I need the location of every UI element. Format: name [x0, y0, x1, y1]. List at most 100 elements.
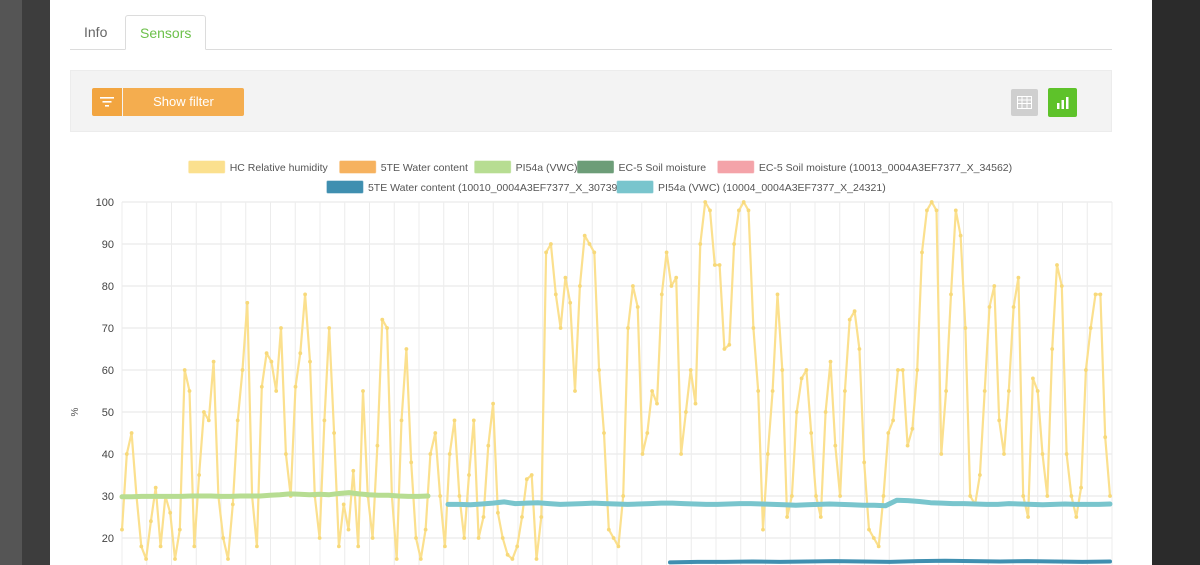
legend-swatch [326, 180, 364, 194]
data-point [794, 410, 799, 414]
tab-sensors[interactable]: Sensors [125, 15, 207, 50]
data-point [505, 552, 510, 557]
data-point [332, 431, 336, 435]
data-point [1079, 485, 1083, 490]
table-view-button[interactable] [1011, 89, 1038, 116]
data-point [385, 326, 389, 330]
data-point [563, 275, 568, 280]
data-point [380, 317, 385, 322]
data-point [751, 326, 756, 330]
data-point [717, 263, 722, 267]
data-point [978, 473, 982, 477]
data-point [698, 242, 703, 246]
data-point [486, 443, 491, 448]
data-point [197, 473, 202, 477]
series-line [668, 558, 1112, 565]
data-point [1108, 494, 1112, 498]
table-icon [1017, 96, 1032, 109]
data-point [1084, 368, 1088, 372]
data-point [896, 368, 900, 372]
data-point [833, 443, 838, 448]
data-point [182, 368, 187, 372]
data-point [187, 389, 192, 393]
data-point [1064, 452, 1069, 456]
data-point [1026, 515, 1030, 519]
data-point [308, 359, 312, 364]
data-point [168, 510, 173, 515]
sensor-chart: HC Relative humidity 5TE Water content PI5… [70, 160, 1113, 565]
legend-item[interactable]: 5TE Water content [339, 160, 468, 174]
data-point [491, 401, 495, 406]
data-point [799, 376, 804, 381]
data-point [934, 208, 939, 213]
data-point [939, 452, 944, 456]
data-point [578, 284, 582, 288]
data-point [404, 347, 409, 351]
legend-label: 5TE Water content (10010_0004A3EF7377_X_… [368, 182, 621, 194]
data-point [664, 250, 669, 255]
y-tick-label: 100 [96, 197, 114, 209]
y-tick-label: 50 [102, 407, 114, 419]
data-point [529, 473, 534, 477]
series-line [445, 497, 1113, 509]
data-point [982, 389, 987, 393]
tab-info[interactable]: Info [70, 15, 121, 49]
data-point [129, 431, 134, 435]
sensor-panel: Info Sensors Show filter HC Relative hum… [50, 0, 1152, 565]
data-point [708, 208, 712, 213]
data-point [293, 384, 298, 389]
data-point [481, 515, 486, 519]
data-point [621, 494, 626, 498]
data-point [929, 200, 934, 204]
data-point [202, 410, 206, 414]
filter-icon-button[interactable] [92, 88, 122, 116]
data-point [992, 284, 997, 288]
data-point [741, 200, 746, 204]
data-point [611, 536, 616, 540]
data-point [496, 510, 500, 515]
data-point [269, 359, 274, 364]
data-point [423, 527, 428, 532]
chart-view-button[interactable] [1048, 88, 1077, 117]
legend-item[interactable]: EC-5 Soil moisture [577, 160, 707, 174]
data-point [987, 305, 992, 309]
data-point [847, 317, 852, 322]
show-filter-button[interactable]: Show filter [123, 88, 244, 116]
data-point [346, 527, 351, 532]
data-point [722, 347, 727, 351]
data-point [317, 536, 322, 540]
legend-label: PI54a (VWC) (10004_0004A3EF7377_X_24321) [658, 182, 886, 194]
data-point [1088, 326, 1093, 330]
data-point [582, 233, 587, 238]
data-point [375, 443, 380, 448]
data-point [284, 452, 288, 456]
data-point [245, 300, 250, 305]
data-point [544, 250, 548, 255]
series-line [119, 490, 431, 500]
data-point [635, 305, 640, 309]
data-point [659, 292, 664, 297]
data-point [775, 292, 780, 297]
data-point [823, 410, 828, 414]
data-point [804, 368, 809, 372]
data-point [1055, 263, 1059, 267]
data-point [520, 515, 524, 519]
data-point [124, 452, 129, 456]
data-point [616, 544, 621, 549]
data-point [1006, 389, 1011, 393]
data-point [510, 557, 515, 561]
legend-item[interactable]: 5TE Water content (10010_0004A3EF7377_X_… [326, 180, 621, 194]
legend-item[interactable]: HC Relative humidity [188, 160, 329, 174]
data-point [910, 426, 915, 431]
data-point [553, 292, 558, 297]
data-point [626, 326, 630, 330]
data-point [341, 502, 346, 507]
legend-item[interactable]: PI54a (VWC) (10004_0004A3EF7377_X_24321) [616, 180, 886, 194]
data-point [515, 544, 520, 549]
legend-item[interactable]: EC-5 Soil moisture (10013_0004A3EF7377_X… [717, 160, 1012, 174]
data-point [298, 351, 303, 356]
window-frame-right [1152, 0, 1200, 565]
legend-label: EC-5 Soil moisture [619, 162, 707, 174]
legend-item[interactable]: PI54a (VWC) [474, 160, 578, 174]
data-point [443, 544, 447, 549]
